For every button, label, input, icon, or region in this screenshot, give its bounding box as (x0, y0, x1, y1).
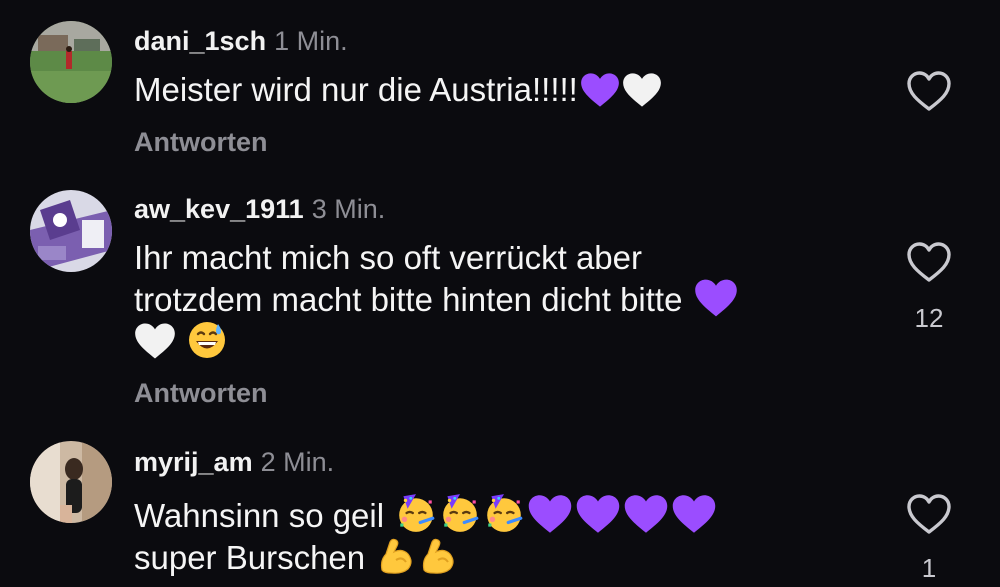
purple-heart-icon (527, 494, 573, 534)
timestamp: 2 Min. (260, 447, 335, 477)
comment-text-line: Meister wird nur die Austria!!!!! (134, 71, 578, 108)
avatar[interactable] (30, 190, 112, 272)
comment-text-line: super Burschen (134, 536, 814, 578)
partying-face-icon (439, 492, 481, 534)
purple-heart-icon (671, 494, 717, 534)
white-heart-icon (134, 322, 176, 360)
timestamp: 1 Min. (274, 26, 348, 56)
reply-button[interactable]: Antworten (134, 126, 267, 158)
comment-text-fragment: trotzdem macht bitte hinten dicht bitte (134, 281, 683, 318)
heart-outline-icon[interactable] (905, 69, 953, 113)
comment-text-line: Wahnsinn so geil (134, 492, 814, 536)
flexed-biceps-icon (376, 536, 416, 576)
avatar[interactable] (30, 21, 112, 103)
white-heart-icon (622, 72, 662, 108)
comment-text: Meister wird nur die Austria!!!!! (134, 70, 814, 110)
comment-meta: dani_1sch 1 Min. (134, 25, 348, 57)
heart-outline-icon[interactable] (905, 492, 953, 536)
grinning-sweat-face-icon (187, 320, 227, 360)
purple-heart-icon (623, 494, 669, 534)
comment-text-line: trotzdem macht bitte hinten dicht bitte (134, 278, 814, 320)
comment-text-line (134, 320, 814, 362)
like-count: 1 (921, 553, 937, 583)
username[interactable]: aw_kev_1911 (134, 194, 304, 224)
username[interactable]: dani_1sch (134, 26, 266, 56)
comment-meta: myrij_am 2 Min. (134, 446, 334, 478)
avatar[interactable] (30, 441, 112, 523)
comment-text: Ihr macht mich so oft verrückt aber trot… (134, 238, 814, 362)
partying-face-icon (483, 492, 525, 534)
flexed-biceps-icon (418, 536, 458, 576)
partying-face-icon (395, 492, 437, 534)
comment-text-fragment: Wahnsinn so geil (134, 497, 385, 534)
reply-button[interactable]: Antworten (134, 377, 267, 409)
comment-text-line: Ihr macht mich so oft verrückt aber (134, 239, 643, 276)
purple-heart-icon (575, 494, 621, 534)
comment-text: Wahnsinn so geil super Burschen (134, 492, 814, 578)
heart-outline-icon[interactable] (905, 240, 953, 284)
comment-text-fragment: super Burschen (134, 539, 366, 576)
like-count: 12 (914, 303, 944, 333)
timestamp: 3 Min. (311, 194, 386, 224)
purple-heart-icon (694, 278, 738, 318)
username[interactable]: myrij_am (134, 447, 253, 477)
purple-heart-icon (580, 72, 620, 108)
comment-meta: aw_kev_1911 3 Min. (134, 193, 385, 225)
